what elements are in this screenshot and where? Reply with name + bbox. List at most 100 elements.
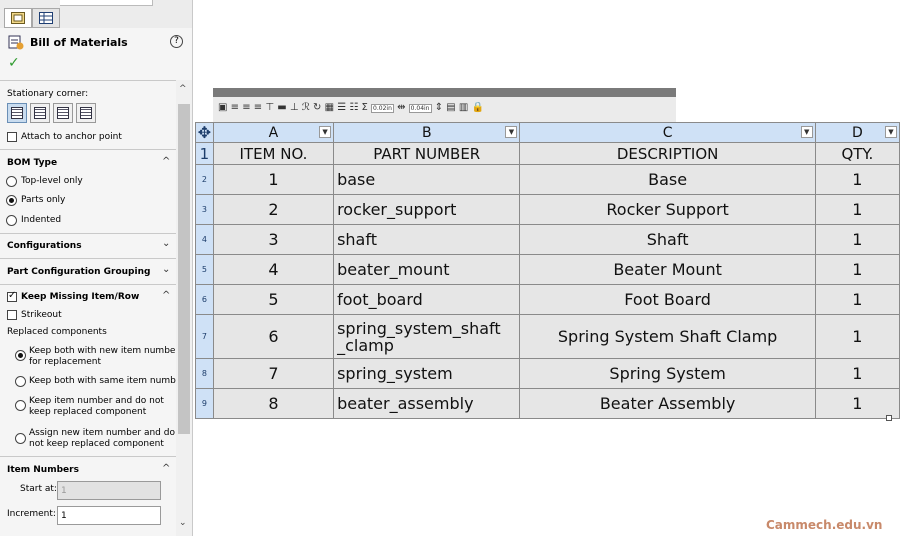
chevron-down-icon[interactable]: ▼ bbox=[319, 126, 332, 138]
part-number-cell[interactable]: beater_assembly bbox=[333, 388, 521, 419]
bom-type-header[interactable]: BOM Type bbox=[7, 158, 57, 168]
table-resize-handle[interactable] bbox=[886, 415, 892, 421]
keep-missing-header[interactable]: Keep Missing Item/Row bbox=[21, 292, 139, 302]
part-number-cell[interactable]: foot_board bbox=[333, 284, 521, 315]
description-cell[interactable]: Shaft bbox=[519, 224, 816, 255]
align-middle-icon[interactable]: ▬ bbox=[277, 102, 286, 113]
row-number[interactable]: 5 bbox=[195, 254, 214, 285]
align-bottom-icon[interactable]: ⊥ bbox=[290, 102, 299, 113]
item-no-cell[interactable]: 1 bbox=[212, 164, 335, 195]
qty-cell[interactable]: 1 bbox=[814, 164, 900, 195]
expand-down-icon[interactable]: ⌄ bbox=[162, 238, 170, 249]
sum-icon[interactable]: Σ bbox=[362, 102, 368, 113]
merge-cells-icon[interactable]: ▤ bbox=[446, 102, 455, 113]
expand-down-icon[interactable]: ⌄ bbox=[162, 264, 170, 275]
qty-cell[interactable]: 1 bbox=[814, 224, 900, 255]
corner-top-right-button[interactable] bbox=[30, 103, 50, 123]
attach-anchor-checkbox[interactable] bbox=[7, 132, 17, 142]
scrollbar-thumb[interactable] bbox=[178, 104, 190, 434]
qty-cell[interactable]: 1 bbox=[814, 388, 900, 419]
row-height-icon[interactable]: ⇕ bbox=[435, 102, 443, 113]
split-cells-icon[interactable]: ▥ bbox=[459, 102, 468, 113]
table-move-handle[interactable]: ✥ bbox=[195, 122, 214, 143]
strikeout-checkbox[interactable] bbox=[7, 310, 17, 320]
row-number[interactable]: 9 bbox=[195, 388, 214, 419]
item-no-cell[interactable]: 4 bbox=[212, 254, 335, 285]
table-icon[interactable]: ▦ bbox=[325, 102, 334, 113]
qty-cell[interactable]: 1 bbox=[814, 194, 900, 225]
part-number-cell[interactable]: shaft bbox=[333, 224, 521, 255]
item-no-cell[interactable]: 7 bbox=[212, 358, 335, 389]
feature-tree-tab[interactable] bbox=[32, 8, 60, 28]
collapse-up-icon[interactable]: ^ bbox=[162, 463, 170, 474]
corner-bottom-right-button[interactable] bbox=[76, 103, 96, 123]
row-number[interactable]: 7 bbox=[195, 314, 214, 359]
keep-missing-checkbox[interactable] bbox=[7, 290, 17, 302]
align-top-icon[interactable]: ⊤ bbox=[265, 102, 274, 113]
bom-type-indented-radio[interactable] bbox=[6, 215, 17, 226]
row-number[interactable]: 6 bbox=[195, 284, 214, 315]
description-cell[interactable]: Spring System Shaft Clamp bbox=[519, 314, 816, 359]
item-no-cell[interactable]: 2 bbox=[212, 194, 335, 225]
description-cell[interactable]: Beater Assembly bbox=[519, 388, 816, 419]
bom-type-top-level-radio[interactable] bbox=[6, 176, 17, 187]
corner-top-left-button[interactable] bbox=[7, 103, 27, 123]
replace-option-1-radio[interactable] bbox=[15, 350, 26, 361]
replace-option-3-radio[interactable] bbox=[15, 400, 26, 411]
qty-cell[interactable]: 1 bbox=[814, 314, 900, 359]
chevron-down-icon[interactable]: ▼ bbox=[505, 126, 518, 138]
item-no-heading[interactable]: ITEM NO. bbox=[212, 142, 335, 165]
scroll-down-icon[interactable]: ⌄ bbox=[179, 518, 187, 528]
align-left-icon[interactable]: ≡ bbox=[231, 102, 239, 113]
font-size-2-input[interactable]: 0.04in bbox=[408, 104, 432, 113]
item-numbers-header[interactable]: Item Numbers bbox=[7, 465, 79, 475]
lock-icon[interactable]: 🔒 bbox=[472, 102, 484, 113]
move-icon[interactable]: ✥ bbox=[198, 123, 211, 142]
column-width-icon[interactable]: ⇹ bbox=[397, 102, 405, 113]
description-cell[interactable]: Base bbox=[519, 164, 816, 195]
configurations-header[interactable]: Configurations bbox=[7, 241, 82, 251]
bom-type-parts-only-radio[interactable] bbox=[6, 195, 17, 206]
qty-cell[interactable]: 1 bbox=[814, 254, 900, 285]
align-right-icon[interactable]: ≡ bbox=[254, 102, 262, 113]
row-number[interactable]: 4 bbox=[195, 224, 214, 255]
help-icon[interactable]: ? bbox=[170, 35, 183, 48]
part-number-heading[interactable]: PART NUMBER bbox=[333, 142, 521, 165]
align-center-icon[interactable]: ≡ bbox=[242, 102, 250, 113]
ok-checkmark-icon[interactable]: ✓ bbox=[8, 55, 20, 71]
collapse-up-icon[interactable]: ^ bbox=[162, 156, 170, 167]
part-number-cell[interactable]: base bbox=[333, 164, 521, 195]
item-no-cell[interactable]: 5 bbox=[212, 284, 335, 315]
description-cell[interactable]: Spring System bbox=[519, 358, 816, 389]
chevron-down-icon[interactable]: ▼ bbox=[800, 126, 813, 138]
formula-icon[interactable]: ℛ bbox=[302, 102, 310, 113]
column-header-a[interactable]: A ▼ bbox=[212, 122, 335, 143]
increment-input[interactable]: 1 bbox=[57, 506, 161, 525]
qty-cell[interactable]: 1 bbox=[814, 358, 900, 389]
part-number-cell[interactable]: beater_mount bbox=[333, 254, 521, 285]
part-config-grouping-header[interactable]: Part Configuration Grouping bbox=[7, 267, 150, 277]
row-number[interactable]: 1 bbox=[195, 142, 214, 165]
item-no-cell[interactable]: 3 bbox=[212, 224, 335, 255]
start-at-input[interactable]: 1 bbox=[57, 481, 161, 500]
description-cell[interactable]: Beater Mount bbox=[519, 254, 816, 285]
row-number[interactable]: 3 bbox=[195, 194, 214, 225]
font-size-1-input[interactable]: 0.02in bbox=[371, 104, 394, 113]
qty-heading[interactable]: QTY. bbox=[814, 142, 900, 165]
row-number[interactable]: 2 bbox=[195, 164, 214, 195]
refresh-icon[interactable]: ↻ bbox=[313, 102, 321, 113]
corner-bottom-left-button[interactable] bbox=[53, 103, 73, 123]
qty-cell[interactable]: 1 bbox=[814, 284, 900, 315]
scroll-up-icon[interactable]: ^ bbox=[179, 84, 187, 94]
property-manager-tab[interactable] bbox=[4, 8, 32, 28]
part-number-cell[interactable]: rocker_support bbox=[333, 194, 521, 225]
column-header-b[interactable]: B ▼ bbox=[333, 122, 521, 143]
column-header-c[interactable]: C ▼ bbox=[519, 122, 816, 143]
part-number-cell[interactable]: spring_system bbox=[333, 358, 521, 389]
replace-option-2-radio[interactable] bbox=[15, 376, 26, 387]
insert-row-icon[interactable]: ☰ bbox=[337, 102, 346, 113]
chevron-down-icon[interactable]: ▼ bbox=[885, 126, 897, 138]
panel-scrollbar[interactable]: ^ ⌄ bbox=[176, 80, 192, 536]
description-heading[interactable]: DESCRIPTION bbox=[519, 142, 816, 165]
description-cell[interactable]: Foot Board bbox=[519, 284, 816, 315]
